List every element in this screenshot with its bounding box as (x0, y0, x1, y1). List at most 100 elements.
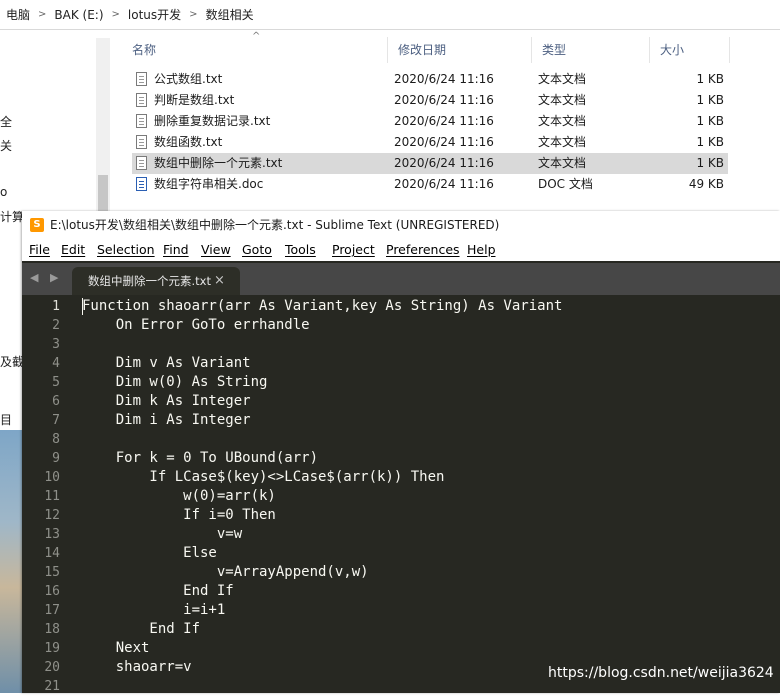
close-icon[interactable]: × (214, 267, 225, 295)
menu-tools[interactable]: Tools (285, 239, 316, 261)
breadcrumb-item-pc[interactable]: 电脑 (6, 6, 30, 23)
file-row[interactable]: 数组字符串相关.doc 2020/6/24 11:16 DOC 文档 49 KB (132, 174, 728, 195)
file-name: 数组字符串相关.doc (154, 177, 264, 191)
file-row[interactable]: 公式数组.txt 2020/6/24 11:16 文本文档 1 KB (132, 69, 728, 90)
breadcrumb[interactable]: 电脑 > BAK (E:) > lotus开发 > 数组相关 (0, 0, 780, 30)
menu-goto[interactable]: Goto (242, 239, 272, 261)
file-modified: 2020/6/24 11:16 (394, 114, 494, 128)
tab-navigation-arrows-icon[interactable]: ◀ ▶ (30, 271, 62, 284)
nav-item-fragment[interactable]: 计算 (0, 208, 24, 225)
window-title: E:\lotus开发\数组相关\数组中删除一个元素.txt - Sublime … (50, 218, 500, 232)
line-number: 13 (44, 527, 60, 542)
menu-project[interactable]: Project (332, 239, 375, 261)
column-header-name-label: 名称 (132, 43, 157, 57)
code-line[interactable]: Dim k As Integer (82, 392, 251, 411)
code-line[interactable]: If LCase$(key)<>LCase$(arr(k)) Then (82, 468, 444, 487)
menu-view[interactable]: View (201, 239, 231, 261)
tab-bar: ◀ ▶ 数组中删除一个元素.txt × (22, 263, 780, 295)
line-number: 1 (52, 299, 60, 314)
line-number: 9 (52, 451, 60, 466)
file-size: 1 KB (696, 156, 724, 170)
column-headers: 名称 修改日期 类型 大小 ^ (122, 31, 780, 63)
menu-selection[interactable]: Selection (97, 239, 155, 261)
file-name: 数组函数.txt (154, 135, 223, 149)
code-line[interactable]: Dim w(0) As String (82, 373, 268, 392)
line-number: 10 (44, 470, 60, 485)
line-number: 3 (52, 337, 60, 352)
breadcrumb-item-current[interactable]: 数组相关 (206, 6, 254, 23)
menu-edit[interactable]: Edit (61, 239, 85, 261)
column-header-type[interactable]: 类型 (532, 37, 650, 63)
file-name: 判断是数组.txt (154, 93, 235, 107)
menu-help[interactable]: Help (467, 239, 496, 261)
line-number: 6 (52, 394, 60, 409)
nav-item-fragment[interactable]: 全 (0, 113, 12, 130)
tab-active-file[interactable]: 数组中删除一个元素.txt × (72, 267, 240, 295)
chevron-right-icon: > (38, 9, 47, 20)
file-row-selected[interactable]: 数组中删除一个元素.txt 2020/6/24 11:16 文本文档 1 KB (132, 153, 728, 174)
code-line[interactable]: Next (82, 639, 150, 658)
file-row[interactable]: 数组函数.txt 2020/6/24 11:16 文本文档 1 KB (132, 132, 728, 153)
file-size: 1 KB (696, 114, 724, 128)
menu-find[interactable]: Find (163, 239, 189, 261)
code-line[interactable]: Else (82, 544, 217, 563)
code-line[interactable]: On Error GoTo errhandle (82, 316, 310, 335)
code-editor[interactable]: 1 2 3 4 5 6 7 8 9 10 11 12 13 14 15 16 1… (22, 295, 780, 694)
column-header-modified[interactable]: 修改日期 (388, 37, 532, 63)
code-line[interactable]: For k = 0 To UBound(arr) (82, 449, 318, 468)
line-number: 5 (52, 375, 60, 390)
file-name: 公式数组.txt (154, 72, 223, 86)
line-number: 7 (52, 413, 60, 428)
line-number: 8 (52, 432, 60, 447)
text-file-icon (136, 93, 147, 107)
text-file-icon (136, 114, 147, 128)
file-name: 删除重复数据记录.txt (154, 114, 271, 128)
code-line[interactable]: Dim i As Integer (82, 411, 251, 430)
word-doc-icon (136, 177, 147, 191)
menu-preferences[interactable]: Preferences (386, 239, 460, 261)
file-size: 49 KB (688, 177, 724, 191)
window-titlebar[interactable]: S E:\lotus开发\数组相关\数组中删除一个元素.txt - Sublim… (22, 211, 780, 239)
desktop-background-image (0, 430, 24, 693)
file-modified: 2020/6/24 11:16 (394, 156, 494, 170)
breadcrumb-item-lotus[interactable]: lotus开发 (128, 6, 181, 23)
sort-up-icon: ^ (252, 31, 261, 42)
code-line[interactable]: End If (82, 620, 200, 639)
code-line[interactable]: If i=0 Then (82, 506, 276, 525)
line-number: 17 (44, 603, 60, 618)
file-type: 文本文档 (538, 72, 587, 86)
file-row[interactable]: 判断是数组.txt 2020/6/24 11:16 文本文档 1 KB (132, 90, 728, 111)
nav-item-fragment[interactable]: 目 (0, 411, 12, 428)
line-number: 21 (44, 679, 60, 694)
code-line[interactable]: w(0)=arr(k) (82, 487, 276, 506)
line-number: 19 (44, 641, 60, 656)
code-line[interactable]: shaoarr=v (82, 658, 192, 677)
code-line[interactable]: End If (82, 582, 234, 601)
text-file-icon (136, 72, 147, 86)
file-size: 1 KB (696, 135, 724, 149)
line-number: 15 (44, 565, 60, 580)
column-header-size[interactable]: 大小 (650, 37, 730, 63)
file-size: 1 KB (696, 72, 724, 86)
sublime-app-icon: S (30, 218, 44, 232)
code-line[interactable]: i=i+1 (82, 601, 225, 620)
code-line[interactable]: v=w (82, 525, 242, 544)
tab-label: 数组中删除一个元素.txt (88, 274, 211, 288)
nav-item-fragment[interactable]: 关 (0, 137, 12, 154)
chevron-right-icon: > (189, 9, 198, 20)
file-type: 文本文档 (538, 156, 587, 170)
nav-item-fragment[interactable]: o (0, 185, 7, 199)
nav-item-fragment[interactable]: 及截 (0, 353, 24, 370)
column-header-size-label: 大小 (660, 43, 685, 57)
code-line[interactable]: v=ArrayAppend(v,w) (82, 563, 369, 582)
file-modified: 2020/6/24 11:16 (394, 135, 494, 149)
breadcrumb-item-drive[interactable]: BAK (E:) (54, 8, 103, 22)
file-modified: 2020/6/24 11:16 (394, 93, 494, 107)
code-line[interactable]: Function shaoarr(arr As Variant,key As S… (82, 297, 562, 316)
column-header-modified-label: 修改日期 (398, 43, 447, 57)
menu-file[interactable]: File (29, 239, 50, 261)
code-line[interactable]: Dim v As Variant (82, 354, 251, 373)
line-number: 2 (52, 318, 60, 333)
text-file-icon (136, 135, 147, 149)
file-row[interactable]: 删除重复数据记录.txt 2020/6/24 11:16 文本文档 1 KB (132, 111, 728, 132)
